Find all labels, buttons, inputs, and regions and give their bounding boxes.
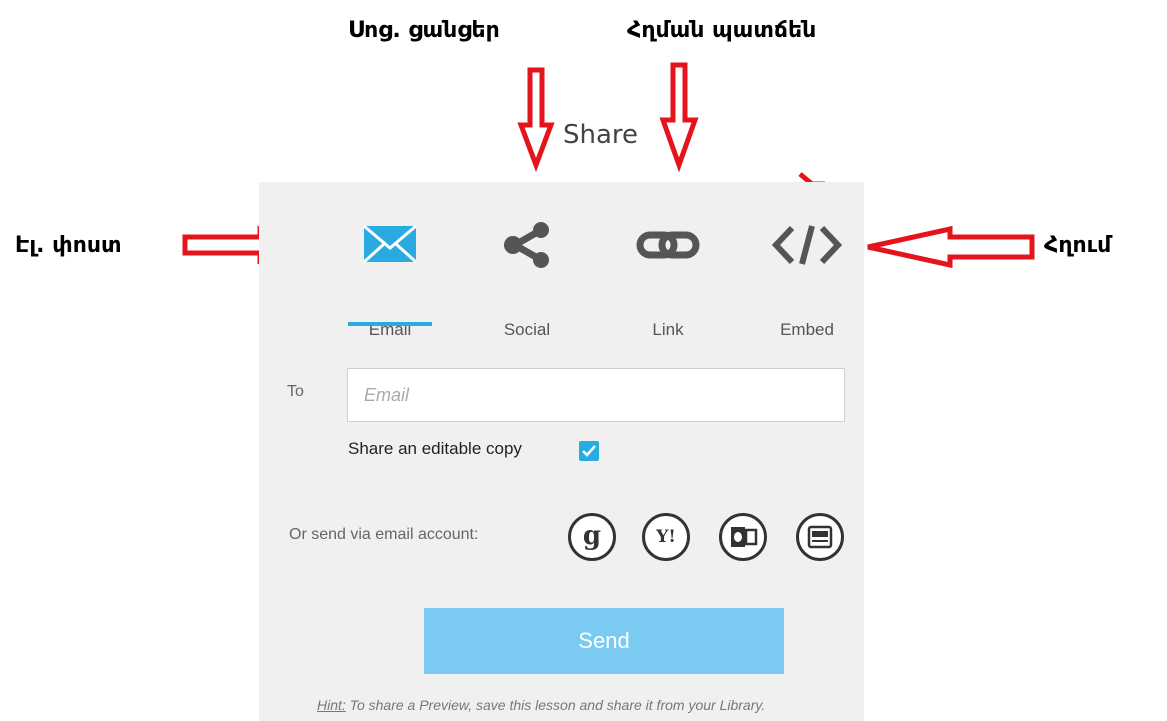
tab-link-label: Link [652, 320, 684, 339]
gmail-button[interactable]: g [568, 513, 616, 561]
tab-embed[interactable]: Embed [752, 212, 862, 339]
email-input[interactable] [347, 368, 845, 422]
active-tab-underline [348, 322, 432, 326]
tab-email[interactable]: Email [335, 212, 445, 339]
share-panel: Email Social Link Embed To Email Share a… [259, 182, 864, 721]
mail-app-icon [807, 525, 833, 549]
gmail-icon: g [582, 521, 602, 551]
or-send-label: Or send via email account: [289, 526, 479, 543]
code-icon [771, 220, 843, 275]
link-icon [635, 220, 701, 275]
envelope-icon [362, 220, 418, 273]
share-copy-label: Share an editable copy [348, 439, 522, 458]
to-label: To [287, 383, 304, 400]
arrow-down-social [517, 67, 555, 173]
tab-social-label: Social [503, 320, 551, 339]
share-copy-checkbox[interactable] [579, 441, 599, 461]
hint-text: Hint: To share a Preview, save this less… [317, 697, 765, 713]
outlook-button[interactable] [719, 513, 767, 561]
yahoo-icon: Y! [656, 527, 676, 547]
tab-embed-label: Embed [780, 320, 834, 339]
send-button[interactable]: Send [424, 608, 784, 674]
outlook-icon [731, 527, 758, 547]
arrow-down-link [659, 62, 699, 173]
checkmark-icon [582, 445, 596, 457]
share-icon [501, 220, 553, 275]
hint-body: To share a Preview, save this lesson and… [345, 697, 766, 713]
tab-link[interactable]: Link [613, 212, 723, 339]
dialog-title: Share [563, 120, 639, 150]
arrow-left-embed [867, 225, 1035, 269]
mail-app-button[interactable] [796, 513, 844, 561]
yahoo-button[interactable]: Y! [642, 513, 690, 561]
hint-prefix: Hint: [317, 697, 346, 713]
tab-social[interactable]: Social [472, 212, 582, 339]
